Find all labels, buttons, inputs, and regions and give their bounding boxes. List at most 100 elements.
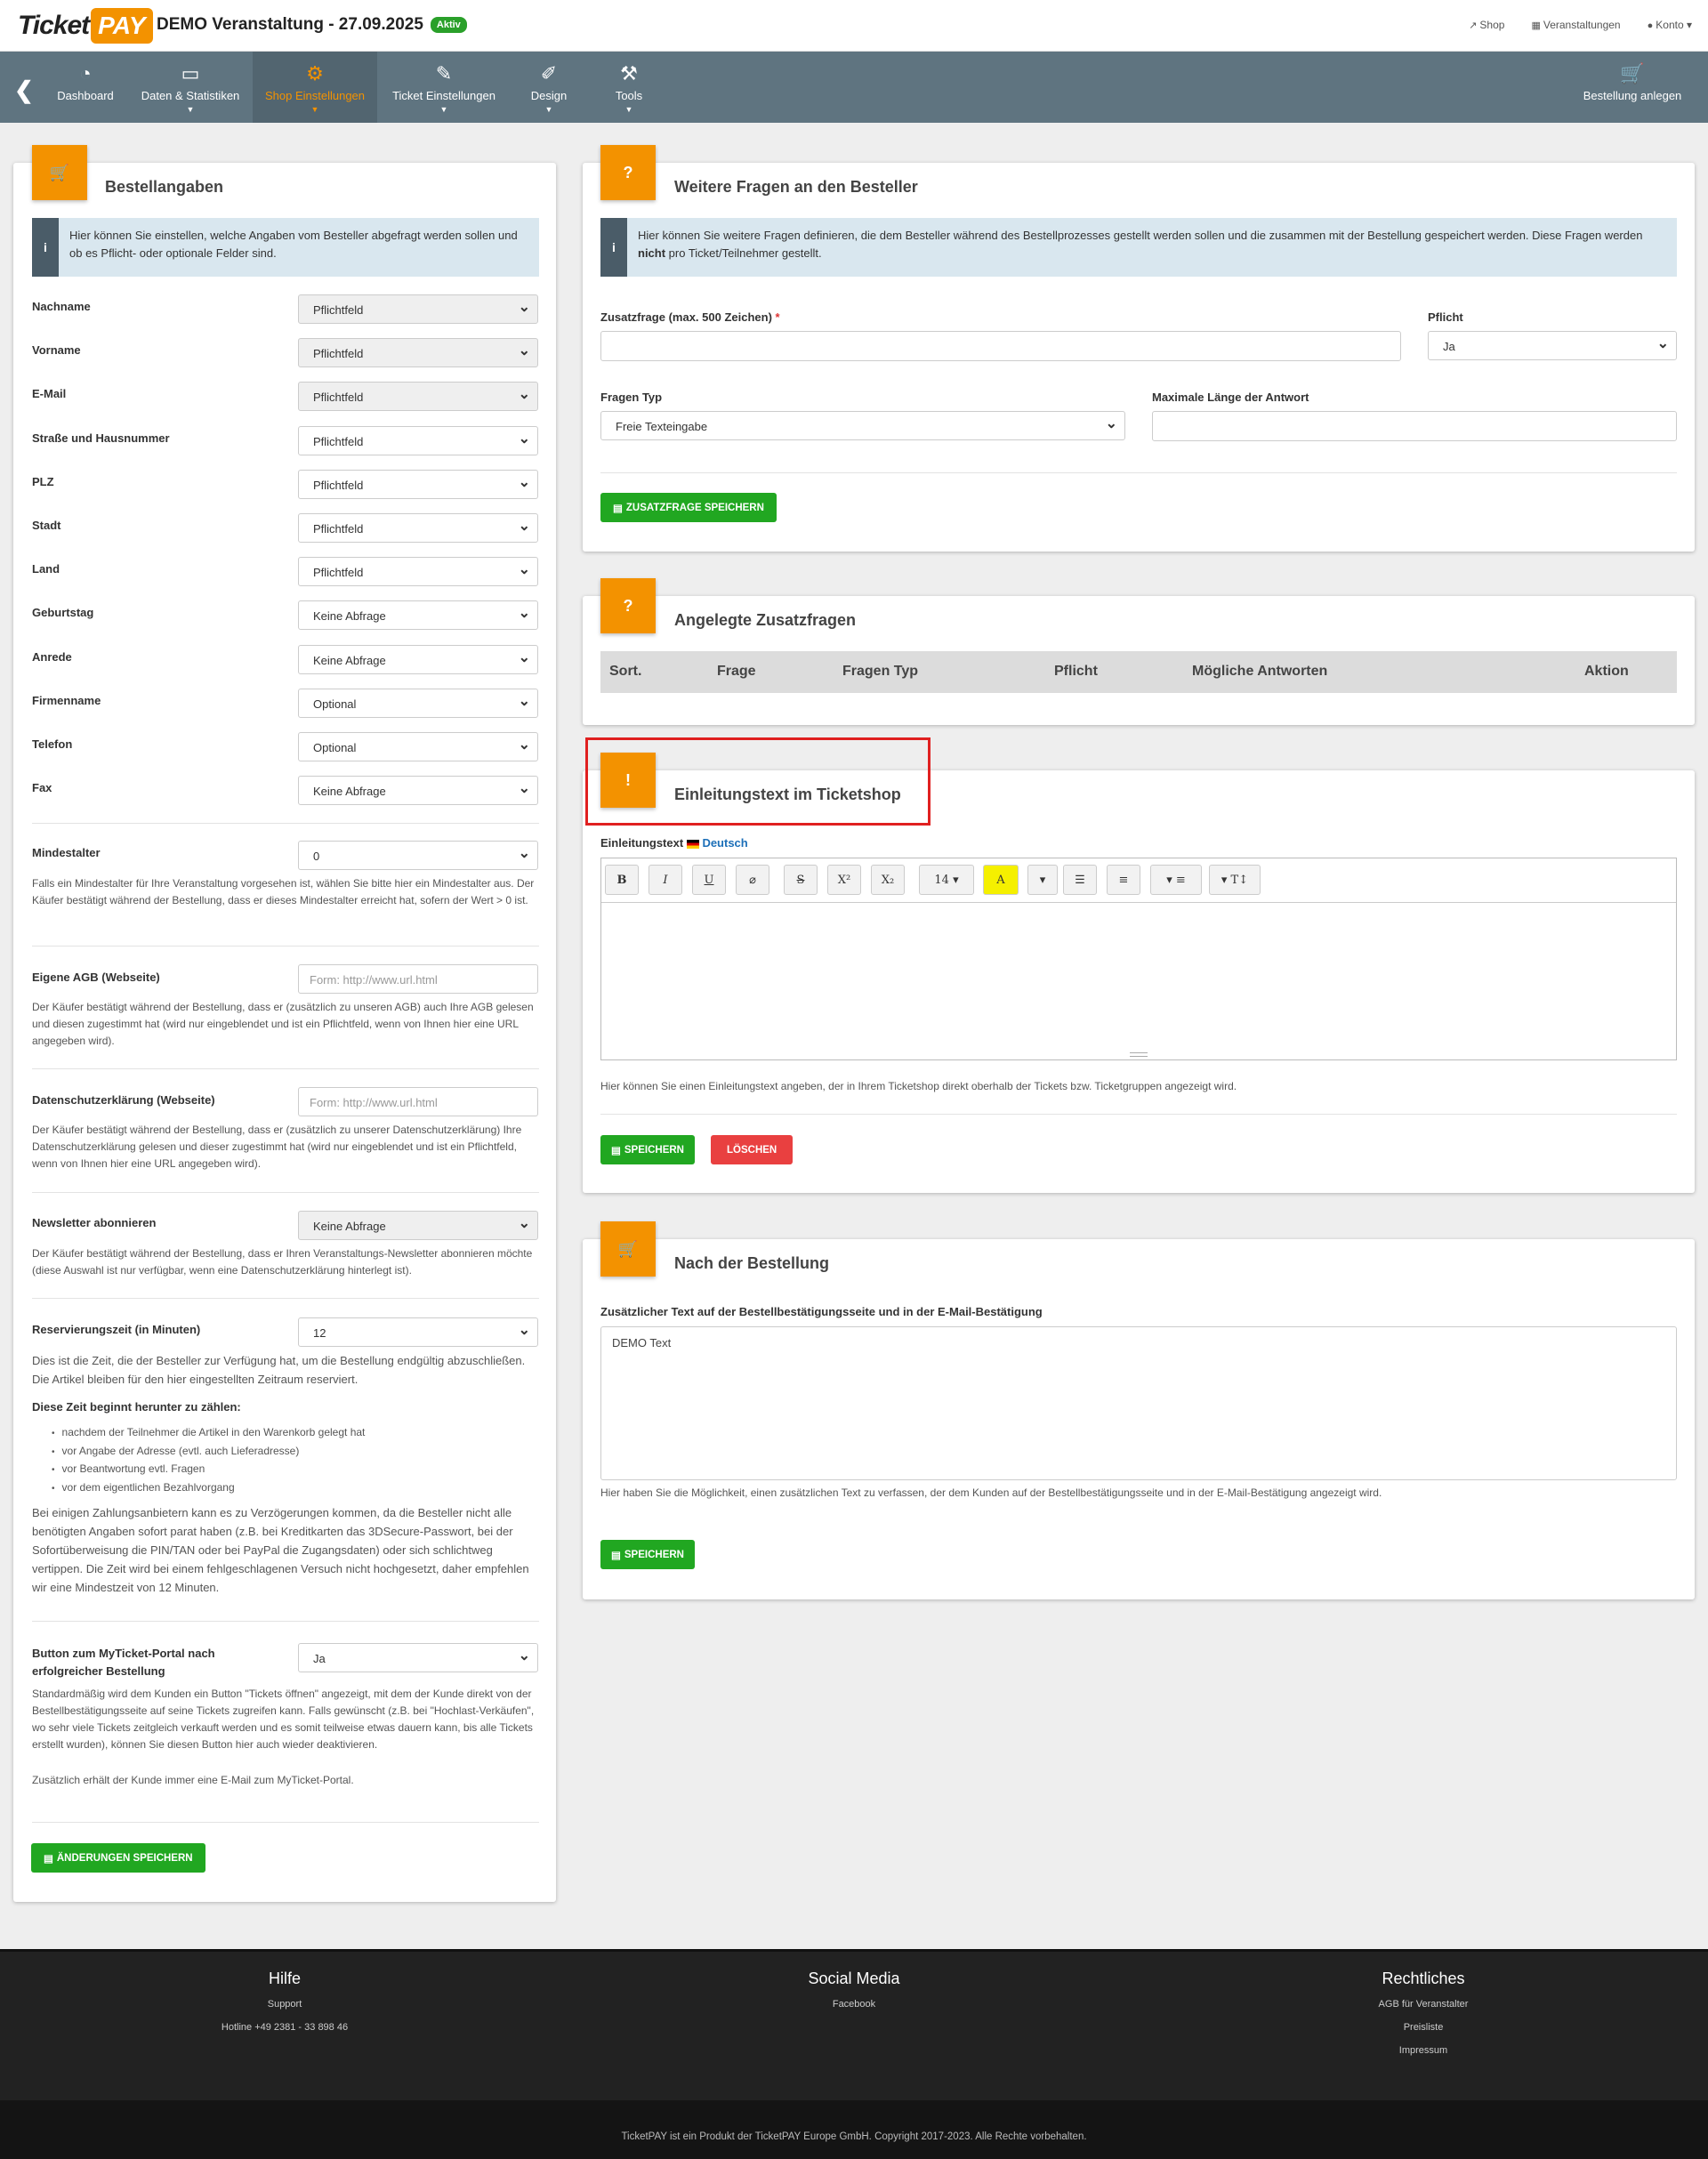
newsletter-value: Keine Abfrage (313, 1220, 386, 1233)
numbered-list-button[interactable]: ≡ (1107, 865, 1140, 895)
save-question-button[interactable]: ▤ ZUSATZFRAGE SPEICHERN (600, 493, 777, 522)
subscript-button[interactable]: X₂ (871, 865, 905, 895)
column-header[interactable]: Frage (717, 664, 756, 680)
field-requirement-select[interactable]: Pflichtfeld (298, 294, 538, 324)
field-label: PLZ (32, 475, 54, 488)
myticket-select[interactable]: Ja (298, 1643, 538, 1672)
caret-down-icon: ▼ (544, 105, 553, 114)
question-input[interactable] (600, 331, 1401, 361)
nav-label: Design (530, 89, 568, 102)
column-header[interactable]: Aktion (1584, 664, 1629, 680)
footer-link[interactable]: Hotline +49 2381 - 33 898 46 (107, 2022, 463, 2033)
min-age-select[interactable]: 0 (298, 841, 538, 870)
field-requirement-select[interactable]: Pflichtfeld (298, 338, 538, 367)
nav-dashboard[interactable]: ◔ Dashboard (50, 52, 121, 123)
list-item: vor Beantwortung evtl. Fragen (52, 1461, 532, 1479)
field-requirement-select[interactable]: Pflichtfeld (298, 382, 538, 411)
column-header[interactable]: Fragen Typ (842, 664, 918, 680)
column-header[interactable]: Pflicht (1054, 664, 1098, 680)
back-arrow-icon[interactable]: ❮ (14, 77, 34, 104)
field-label: Anrede (32, 650, 72, 664)
field-requirement-select[interactable]: Keine Abfrage (298, 776, 538, 805)
required-label: Pflicht (1428, 310, 1463, 324)
nav-create-order[interactable]: 🛒 Bestellung anlegen (1575, 52, 1690, 123)
account-menu[interactable]: ● Konto ▾ (1648, 19, 1692, 31)
select-value: Pflichtfeld (313, 391, 364, 404)
nav-ticket-settings[interactable]: ✎ Ticket Einstellungen ▼ (381, 52, 507, 123)
save-icon: ▤ (611, 1550, 621, 1561)
privacy-url-input[interactable]: Form: http://www.url.html (298, 1087, 538, 1116)
top-bar: Ticket PAY DEMO Veranstaltung - 27.09.202… (0, 0, 1708, 52)
delete-intro-button[interactable]: LÖSCHEN (711, 1135, 794, 1164)
underline-button[interactable]: U (692, 865, 726, 895)
maxlen-input[interactable] (1152, 411, 1677, 441)
bold-button[interactable]: B (605, 865, 639, 895)
main-nav: ❮ ◔ Dashboard ▭ Daten & Statistiken ▼ ⚙ Shop… (0, 52, 1708, 123)
column-header[interactable]: Sort. (609, 664, 641, 680)
save-intro-button[interactable]: ▤ SPEICHERN (600, 1135, 695, 1164)
nav-design[interactable]: ✐ Design ▼ (516, 52, 582, 123)
bullet-list-button[interactable]: ☰ (1063, 865, 1097, 895)
select-value: Pflichtfeld (313, 347, 364, 360)
color-dropdown-button[interactable]: ▾ (1027, 865, 1058, 895)
footer-link[interactable]: Impressum (1245, 2045, 1601, 2056)
ticketpay-logo[interactable]: Ticket PAY (18, 7, 153, 44)
required-select[interactable]: Ja (1428, 331, 1677, 360)
nav-tools[interactable]: ⚒ Tools ▼ (596, 52, 662, 123)
field-requirement-select[interactable]: Pflichtfeld (298, 426, 538, 455)
field-requirement-select[interactable]: Keine Abfrage (298, 600, 538, 630)
field-requirement-select[interactable]: Optional (298, 732, 538, 761)
cart-icon: 🛒 (1620, 62, 1645, 85)
newsletter-help: Der Käufer bestätigt während der Bestell… (32, 1247, 533, 1277)
events-link[interactable]: ▦ Veranstaltungen (1531, 19, 1620, 31)
field-requirement-select[interactable]: Pflichtfeld (298, 470, 538, 499)
type-label: Fragen Typ (600, 391, 663, 404)
shop-link[interactable]: ↗ Shop (1469, 19, 1504, 31)
list-item: vor Angabe der Adresse (evtl. auch Liefe… (52, 1443, 532, 1462)
nav-label: Dashboard (57, 89, 114, 102)
divider (600, 1114, 1677, 1115)
field-requirement-select[interactable]: Keine Abfrage (298, 645, 538, 674)
wrench-icon: ⚒ (620, 62, 638, 85)
line-height-button[interactable]: ▾ T↕ (1209, 865, 1261, 895)
agb-url-input[interactable]: Form: http://www.url.html (298, 964, 538, 994)
field-requirement-select[interactable]: Optional (298, 689, 538, 718)
footer-link[interactable]: Support (107, 1999, 463, 2010)
footer-link[interactable]: Preisliste (1245, 2022, 1601, 2033)
column-header[interactable]: Mögliche Antworten (1192, 664, 1327, 680)
list-item: vor dem eigentlichen Bezahlvorgang (52, 1479, 532, 1498)
info-text-bold: nicht (638, 246, 666, 260)
align-button[interactable]: ▾ ≡ (1150, 865, 1202, 895)
shop-link-label: Shop (1479, 19, 1505, 31)
footer-link[interactable]: AGB für Veranstalter (1245, 1999, 1601, 2010)
save-icon: ▤ (44, 1853, 53, 1865)
save-after-button[interactable]: ▤ SPEICHERN (600, 1540, 695, 1569)
reservation-subheading: Diese Zeit beginnt herunter zu zählen: (32, 1400, 241, 1414)
nav-statistics[interactable]: ▭ Daten & Statistiken ▼ (132, 52, 249, 123)
copyright-bar: TicketPAY ist ein Produkt der TicketPAY … (0, 2100, 1708, 2159)
italic-button[interactable]: I (649, 865, 682, 895)
after-order-textarea[interactable]: DEMO Text (600, 1326, 1677, 1480)
field-requirement-select[interactable]: Pflichtfeld (298, 513, 538, 543)
resize-handle-icon[interactable] (1130, 1052, 1148, 1057)
save-icon: ▤ (611, 1145, 621, 1156)
font-size-button[interactable]: 14 ▾ (919, 865, 974, 895)
myticket-help-extra: Zusätzlich erhält der Kunde immer eine E… (32, 1774, 354, 1786)
field-requirement-select[interactable]: Pflichtfeld (298, 557, 538, 586)
strikethrough-button[interactable]: S (784, 865, 818, 895)
highlight-color-button[interactable]: A (983, 865, 1019, 895)
logo-pay: PAY (91, 8, 153, 44)
clear-format-button[interactable]: ⌀ (736, 865, 769, 895)
save-changes-button[interactable]: ▤ ÄNDERUNGEN SPEICHERN (31, 1843, 205, 1873)
info-text: Hier können Sie einstellen, welche Angab… (69, 229, 518, 260)
nav-shop-settings[interactable]: ⚙ Shop Einstellungen ▼ (253, 52, 377, 123)
footer-link[interactable]: Facebook (676, 1999, 1032, 2010)
superscript-button[interactable]: X² (827, 865, 861, 895)
gauge-icon: ◔ (79, 62, 92, 85)
select-value: Optional (313, 741, 357, 754)
newsletter-select[interactable]: Keine Abfrage (298, 1211, 538, 1240)
type-select[interactable]: Freie Texteingabe (600, 411, 1125, 440)
reservation-select[interactable]: 12 (298, 1317, 538, 1347)
language-link[interactable]: Deutsch (702, 836, 747, 850)
select-value: Keine Abfrage (313, 654, 386, 667)
